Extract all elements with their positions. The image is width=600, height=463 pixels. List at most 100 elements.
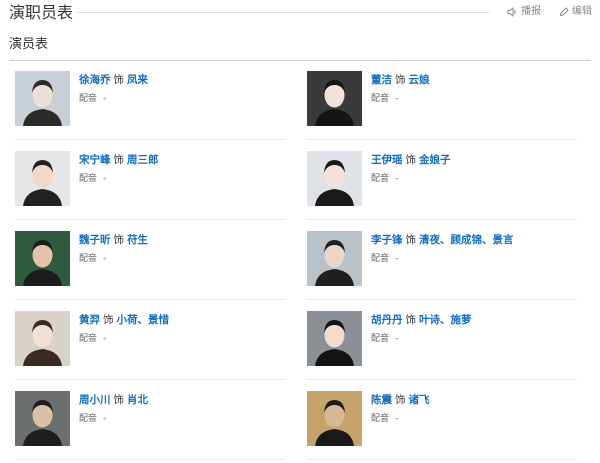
actor-photo[interactable] (307, 231, 362, 286)
cast-name-line: 魏子昕饰苻生 (79, 233, 148, 247)
role-name-link[interactable]: 肖北 (127, 394, 148, 406)
actor-photo[interactable] (307, 311, 362, 366)
play-button[interactable]: 播报 (507, 5, 541, 19)
dub-label: 配音 (79, 254, 98, 264)
row-divider (307, 379, 577, 380)
role-connector: 饰 (395, 394, 406, 406)
role-connector: 饰 (113, 394, 125, 406)
actor-photo[interactable] (15, 151, 70, 206)
cast-card[interactable]: 周小川饰肖北配音 - (15, 391, 295, 461)
cast-name-line: 王伊瑶饰金娘子 (371, 153, 451, 167)
cast-name-line: 宋宁峰饰周三郎 (79, 153, 159, 167)
dub-value: - (103, 174, 107, 184)
dub-value: - (103, 94, 107, 104)
section-title: 演员表 (9, 37, 49, 52)
dub-value: - (103, 254, 107, 264)
dub-value: - (395, 254, 399, 264)
cast-name-line: 李子锋饰清夜、顾成锦、景言 (371, 233, 514, 247)
edit-button[interactable]: 编辑 (559, 5, 592, 19)
cast-card[interactable]: 王伊瑶饰金娘子配音 - (307, 151, 587, 221)
play-label: 播报 (521, 6, 541, 17)
dub-line: 配音 - (371, 413, 398, 425)
cast-card[interactable]: 魏子昕饰苻生 配音 - (15, 231, 295, 301)
actor-photo[interactable] (307, 151, 362, 206)
cast-card[interactable]: 陈震饰诸飞 配音 - (307, 391, 587, 461)
cast-name-line: 徐海乔饰凤来 (79, 73, 148, 87)
cast-card[interactable]: 董洁饰云娘 配音 - (307, 71, 587, 141)
cast-card[interactable]: 徐海乔饰凤来 配音 - (15, 71, 295, 141)
cast-card[interactable]: 黄羿饰小荷、景惜 配音 - (15, 311, 295, 381)
role-connector: 饰 (405, 234, 417, 246)
role-name-link[interactable]: 清夜、顾成锦、景言 (419, 234, 514, 246)
role-name-link[interactable]: 凤来 (127, 74, 148, 86)
pencil-icon (559, 7, 569, 17)
row-divider (15, 459, 285, 460)
row-divider (15, 299, 285, 300)
cast-card[interactable]: 胡丹丹饰叶诗、施萝配音 - (307, 311, 587, 381)
role-name-link[interactable]: 诸飞 (409, 394, 430, 406)
role-connector: 饰 (113, 74, 125, 86)
header-divider (77, 12, 490, 13)
actor-name-link[interactable]: 徐海乔 (79, 74, 111, 86)
role-connector: 饰 (103, 314, 114, 326)
actor-photo[interactable] (15, 311, 70, 366)
dub-label: 配音 (79, 94, 98, 104)
role-connector: 饰 (405, 154, 417, 166)
role-connector: 饰 (395, 74, 406, 86)
actor-name-link[interactable]: 陈震 (371, 394, 392, 406)
role-name-link[interactable]: 叶诗、施萝 (419, 314, 472, 326)
actor-name-link[interactable]: 周小川 (79, 394, 111, 406)
role-name-link[interactable]: 金娘子 (419, 154, 451, 166)
dub-label: 配音 (371, 94, 390, 104)
edit-label: 编辑 (572, 6, 592, 17)
dub-value: - (395, 94, 399, 104)
dub-line: 配音 - (79, 173, 106, 185)
actor-photo[interactable] (15, 391, 70, 446)
dub-line: 配音 - (79, 93, 106, 105)
dub-line: 配音 - (371, 253, 398, 265)
dub-value: - (395, 174, 399, 184)
row-divider (15, 219, 285, 220)
speaker-icon (507, 7, 516, 17)
dub-label: 配音 (79, 414, 98, 424)
row-divider (307, 299, 577, 300)
role-name-link[interactable]: 苻生 (127, 234, 148, 246)
dub-label: 配音 (371, 254, 390, 264)
actor-photo[interactable] (307, 391, 362, 446)
role-name-link[interactable]: 周三郎 (127, 154, 159, 166)
actor-photo[interactable] (15, 231, 70, 286)
cast-card[interactable]: 李子锋饰清夜、顾成锦、景言 配音 - (307, 231, 587, 301)
role-connector: 饰 (113, 154, 125, 166)
actor-photo[interactable] (15, 71, 70, 126)
cast-name-line: 陈震饰诸飞 (371, 393, 430, 407)
dub-label: 配音 (79, 174, 98, 184)
actor-photo[interactable] (307, 71, 362, 126)
dub-label: 配音 (371, 174, 390, 184)
dub-label: 配音 (79, 334, 98, 344)
row-divider (307, 139, 577, 140)
actor-name-link[interactable]: 黄羿 (79, 314, 100, 326)
row-divider (307, 459, 577, 460)
dub-line: 配音 - (79, 333, 106, 345)
dub-value: - (103, 414, 107, 424)
actor-name-link[interactable]: 胡丹丹 (371, 314, 403, 326)
role-connector: 饰 (113, 234, 125, 246)
dub-label: 配音 (371, 334, 390, 344)
dub-line: 配音 - (371, 93, 398, 105)
cast-name-line: 董洁饰云娘 (371, 73, 430, 87)
row-divider (15, 379, 285, 380)
actor-name-link[interactable]: 魏子昕 (79, 234, 111, 246)
actor-name-link[interactable]: 李子锋 (371, 234, 403, 246)
actor-name-link[interactable]: 王伊瑶 (371, 154, 403, 166)
role-connector: 饰 (405, 314, 417, 326)
actor-name-link[interactable]: 宋宁峰 (79, 154, 111, 166)
dub-value: - (395, 334, 399, 344)
role-name-link[interactable]: 小荷、景惜 (117, 314, 170, 326)
cast-card[interactable]: 宋宁峰饰周三郎 配音 - (15, 151, 295, 221)
cast-name-line: 胡丹丹饰叶诗、施萝 (371, 313, 472, 327)
actor-name-link[interactable]: 董洁 (371, 74, 392, 86)
role-name-link[interactable]: 云娘 (409, 74, 430, 86)
dub-line: 配音 - (79, 413, 106, 425)
page-header: 演职员表 播报 编辑 (0, 0, 600, 26)
dub-line: 配音 - (79, 253, 106, 265)
